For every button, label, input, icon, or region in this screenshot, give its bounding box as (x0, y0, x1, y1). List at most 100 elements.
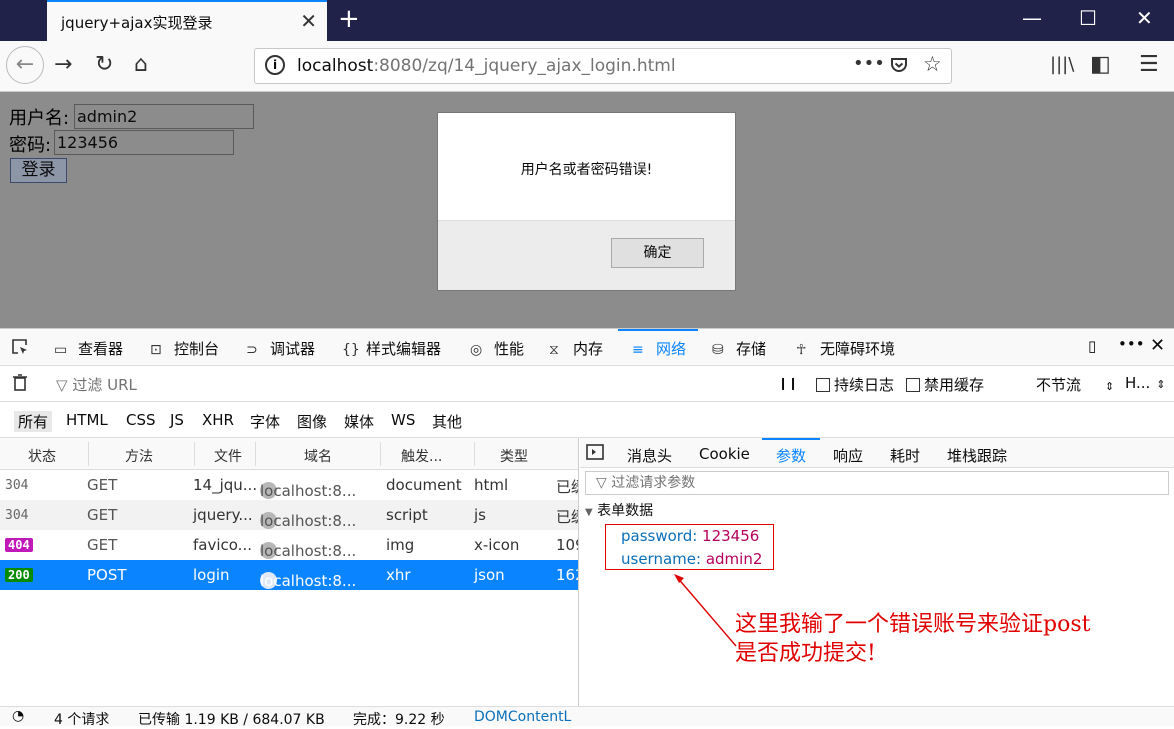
request-row[interactable]: 404 GET favico... localhost:8... img x-icon 10… (0, 530, 578, 560)
devtools-tab-6[interactable]: ≡ 网络 (632, 338, 686, 359)
url-bar[interactable]: i localhost:8080/zq/14_jquery_ajax_login… (254, 48, 952, 84)
detail-tab-2[interactable]: 参数 (776, 445, 806, 466)
devtools-close-icon[interactable]: ✕ (1150, 335, 1165, 356)
column-header-2[interactable]: 文件 (214, 446, 242, 466)
annotation-line-2: 是否成功提交! (735, 641, 876, 666)
type-filter-6[interactable]: 图像 (297, 411, 327, 432)
type-filter-7[interactable]: 媒体 (344, 411, 374, 432)
devtools-tab-3[interactable]: {} 样式编辑器 (342, 338, 441, 359)
type-filter-8[interactable]: WS (391, 411, 415, 429)
maximize-button[interactable]: ☐ (1079, 6, 1097, 30)
browser-tab[interactable]: jquery+ajax实现登录 ✕ (47, 0, 327, 41)
devtools-options-icon[interactable]: ••• (1118, 335, 1145, 353)
clear-requests-icon[interactable] (12, 373, 28, 395)
devtools-tab-label: 调试器 (270, 340, 316, 358)
bookmark-star-icon[interactable]: ☆ (923, 52, 942, 76)
devtools-tab-label: 控制台 (174, 340, 220, 358)
column-header-4[interactable]: 触发... (401, 446, 442, 466)
detail-tab-5[interactable]: 堆栈跟踪 (947, 445, 1007, 466)
column-header-0[interactable]: 状态 (28, 446, 56, 466)
site-info-icon[interactable]: i (265, 55, 285, 75)
request-row[interactable]: 200 POST login localhost:8... xhr json 162 (0, 560, 578, 590)
persist-logs-checkbox[interactable]: 持续日志 (816, 374, 894, 395)
persist-logs-label: 持续日志 (834, 376, 895, 394)
select-arrow-icon: ⇕ (1105, 380, 1115, 393)
toggle-panel-icon[interactable] (586, 443, 604, 465)
back-button[interactable]: ← (6, 46, 44, 84)
type-filter-1[interactable]: HTML (66, 411, 108, 429)
devtools-tab-label: 网络 (656, 340, 687, 358)
devtools-tab-4[interactable]: ◎ 性能 (470, 338, 524, 359)
type-filter-4[interactable]: XHR (202, 411, 234, 429)
request-type: html (474, 476, 509, 494)
request-count: 4 个请求 (54, 712, 110, 728)
minimize-button[interactable]: — (1022, 6, 1042, 30)
type-filter-0[interactable]: 所有 (14, 411, 53, 432)
url-path: :8080/zq/14_jquery_ajax_login.html (373, 56, 676, 76)
type-filter-2[interactable]: CSS (126, 411, 156, 429)
type-filter-3[interactable]: JS (170, 411, 184, 429)
close-window-button[interactable]: ✕ (1136, 6, 1153, 30)
har-menu[interactable]: H... ⇕ (1125, 374, 1166, 392)
responsive-mode-icon[interactable]: ▯ (1088, 337, 1096, 355)
login-button[interactable]: 登录 (10, 158, 67, 183)
throttle-select[interactable]: 不节流 ⇕ (1036, 374, 1114, 395)
request-row[interactable]: 304 GET 14_jqu... localhost:8... document htm… (0, 470, 578, 500)
devtools-tab-7[interactable]: ⛁ 存储 (712, 338, 766, 359)
username-input[interactable]: admin2 (74, 104, 254, 129)
detail-tab-4[interactable]: 耗时 (890, 445, 920, 466)
pause-icon[interactable]: ❙❙ (778, 376, 798, 390)
column-header-5[interactable]: 类型 (500, 446, 528, 466)
home-button[interactable]: ⌂ (134, 52, 148, 77)
devtools-tab-0[interactable]: ▭ 查看器 (54, 338, 123, 359)
devtools-tab-8[interactable]: ☥ 无障碍环境 (796, 338, 895, 359)
new-tab-button[interactable]: + (338, 4, 360, 34)
detail-tab-3[interactable]: 响应 (833, 445, 863, 466)
password-label: 密码: (9, 135, 52, 156)
request-cause: document (386, 476, 462, 494)
type-filter-9[interactable]: 其他 (432, 411, 462, 432)
element-picker-icon[interactable] (10, 337, 30, 361)
param-key: password (621, 527, 693, 545)
devtools-tab-2[interactable]: ⊃ 调试器 (246, 338, 315, 359)
form-data-highlight: password: 123456 username: admin2 (605, 524, 774, 570)
sidebar-icon[interactable]: ◧ (1090, 52, 1111, 77)
param-key: username (621, 550, 696, 568)
devtools-tab-5[interactable]: ⧖ 内存 (549, 338, 603, 359)
page-actions-icon[interactable]: ••• (853, 53, 885, 74)
tab-close-icon[interactable]: ✕ (300, 9, 317, 33)
forward-button[interactable]: → (54, 52, 72, 77)
column-divider (474, 442, 475, 466)
dialog-ok-button[interactable]: 确定 (611, 238, 704, 268)
dialog-footer: 确定 (438, 220, 735, 290)
type-filter-5[interactable]: 字体 (250, 411, 280, 432)
param-filter-input[interactable]: ▽ 过滤请求参数 (585, 471, 1169, 495)
param-value: admin2 (705, 550, 763, 568)
request-cause: xhr (386, 566, 411, 584)
reload-button[interactable]: ↻ (95, 52, 113, 77)
menu-icon[interactable]: ☰ (1139, 52, 1159, 77)
request-method: GET (87, 506, 118, 524)
devtools-tab-label: 内存 (573, 340, 604, 358)
memory-icon: ⧖ (549, 342, 559, 358)
disable-cache-checkbox[interactable]: 禁用缓存 (906, 374, 984, 395)
pocket-icon[interactable] (889, 55, 909, 80)
detail-tab-0[interactable]: 消息头 (627, 445, 672, 466)
url-text[interactable]: localhost:8080/zq/14_jquery_ajax_login.h… (297, 56, 676, 76)
filter-url-input[interactable]: ▽ 过滤 URL (56, 374, 137, 395)
debugger-icon: ⊃ (246, 342, 258, 358)
column-header-3[interactable]: 域名 (304, 446, 332, 466)
password-input[interactable]: 123456 (54, 130, 234, 155)
devtools-tab-label: 无障碍环境 (820, 340, 896, 358)
param-filter-placeholder: 过滤请求参数 (611, 475, 696, 491)
library-icon[interactable]: |||\ (1050, 54, 1074, 75)
performance-analysis-icon[interactable]: ◔ (12, 708, 24, 724)
detail-tab-1[interactable]: Cookie (699, 445, 750, 463)
form-data-section[interactable]: ▼ 表单数据 (585, 500, 653, 520)
annotation-text: 这里我输了一个错误账号来验证post 是否成功提交! (735, 610, 1090, 668)
column-header-1[interactable]: 方法 (125, 446, 153, 466)
request-list-header: 状态 方法 文件 域名 触发... 类型 (0, 438, 578, 470)
devtools-tab-1[interactable]: ⊡ 控制台 (150, 338, 219, 359)
url-host: localhost (297, 56, 374, 76)
request-row[interactable]: 304 GET jquery... localhost:8... script js 已缓 (0, 500, 578, 530)
